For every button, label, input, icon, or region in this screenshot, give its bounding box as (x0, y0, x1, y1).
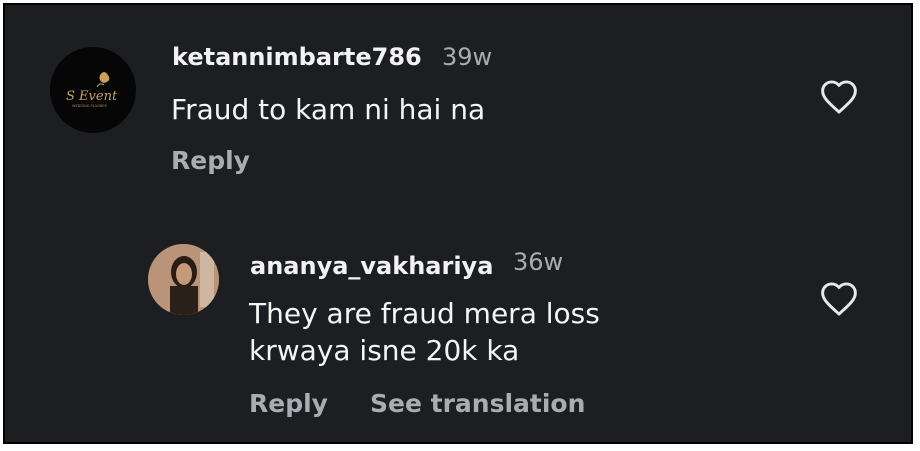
comment-text: They are fraud mera loss krwaya isne 20k… (249, 295, 600, 369)
reply-button[interactable]: Reply (249, 389, 328, 418)
avatar[interactable] (148, 244, 219, 315)
comment-timestamp: 36w (513, 248, 564, 276)
reply-comment-item: ananya_vakhariya 36w They are fraud mera… (5, 5, 911, 442)
comment-username[interactable]: ananya_vakhariya (250, 252, 493, 280)
heart-outline-icon[interactable] (819, 281, 859, 317)
comments-panel: S Event WEDDING PLANNER ketannimbarte786… (3, 3, 913, 444)
comment-text-line: They are fraud mera loss (249, 297, 600, 330)
comment-text-line: krwaya isne 20k ka (249, 334, 520, 367)
see-translation-button[interactable]: See translation (370, 389, 585, 418)
profile-photo-icon (148, 244, 219, 315)
